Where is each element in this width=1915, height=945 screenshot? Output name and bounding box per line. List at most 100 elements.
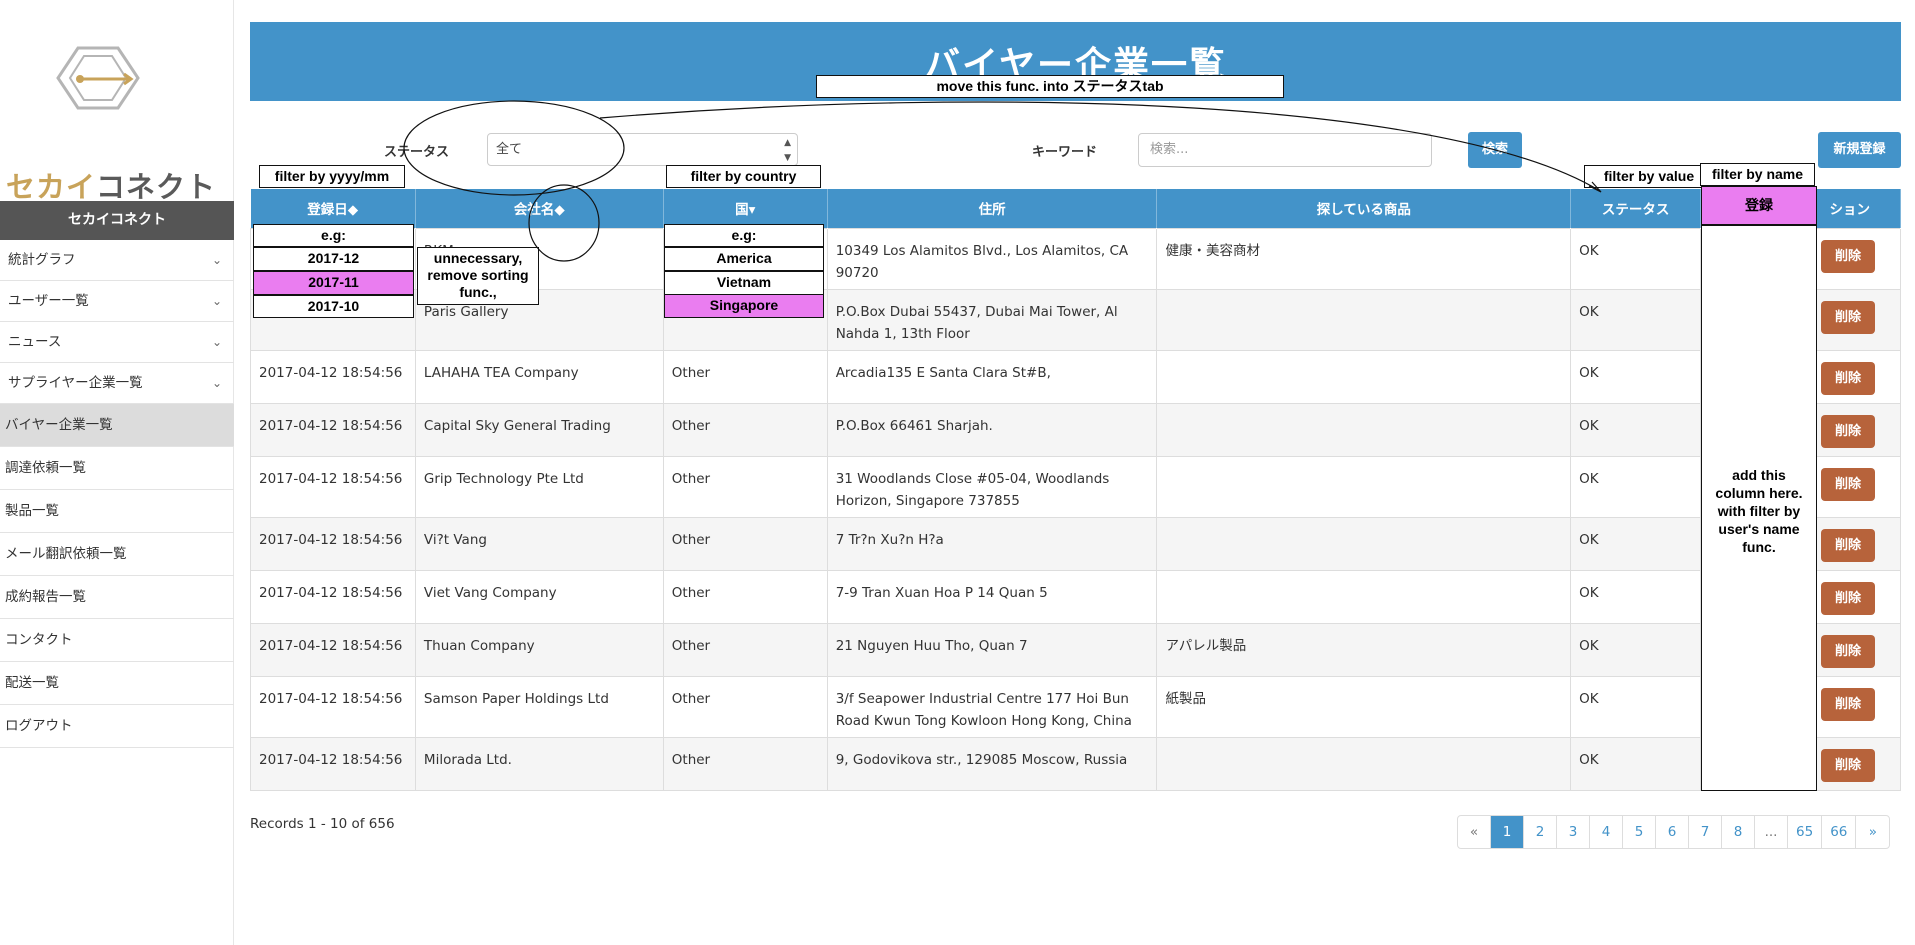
sidebar-item-buyers[interactable]: バイヤー企業一覧: [0, 404, 234, 447]
cell-products: アパレル製品: [1156, 622, 1572, 677]
cell-date: 2017-04-12 18:54:56: [250, 349, 416, 404]
cell-company: LAHAHA TEA Company: [414, 349, 664, 404]
sidebar-item-requests[interactable]: 調達依頼一覧: [0, 447, 234, 490]
page-2[interactable]: 2: [1524, 816, 1557, 848]
cell-country: Other: [662, 622, 828, 677]
sidebar-item-contact[interactable]: コンタクト: [0, 619, 234, 662]
table-row: 2017-04-12 18:54:56 Thuan Company Other …: [250, 622, 1901, 677]
status-select[interactable]: 全て ▲ ▼: [487, 133, 798, 166]
logo-text-b: コネクト: [96, 170, 217, 204]
annotation-register-header: 登録: [1701, 186, 1817, 225]
select-arrows-icon: ▲ ▼: [784, 138, 791, 163]
status-filter-label: ステータス: [384, 145, 450, 160]
cell-address: 31 Woodlands Close #05-04, Woodlands Hor…: [826, 455, 1158, 518]
sidebar-item-label: 配送一覧: [5, 675, 59, 691]
header-company[interactable]: 会社名◆: [415, 189, 664, 228]
annotation-new-column: add this column here. with filter by use…: [1701, 225, 1817, 791]
annotation-filter-date: filter by yyyy/mm: [259, 165, 405, 188]
page-prev[interactable]: «: [1458, 816, 1491, 848]
table-row: 2017-04-12 18:54:56 Grip Technology Pte …: [250, 455, 1901, 518]
chevron-down-icon: ⌄: [211, 253, 222, 267]
sidebar-item-users[interactable]: ユーザー一覧 ⌄: [0, 281, 234, 322]
sidebar-nav: 統計グラフ ⌄ ユーザー一覧 ⌄ ニュース ⌄ サプライヤー企業一覧 ⌄ バイヤー企業一…: [0, 240, 234, 748]
cell-products: [1156, 736, 1572, 791]
sidebar-item-products[interactable]: 製品一覧: [0, 490, 234, 533]
page-1[interactable]: 1: [1491, 816, 1524, 848]
cell-company: Milorada Ltd.: [414, 736, 664, 791]
date-option-selected[interactable]: 2017-11: [253, 271, 414, 295]
country-option: e.g:: [664, 224, 824, 247]
cell-address: 10349 Los Alamitos Blvd., Los Alamitos, …: [826, 227, 1158, 290]
cell-country: Other: [662, 675, 828, 738]
cell-products: [1156, 288, 1572, 351]
page-4[interactable]: 4: [1590, 816, 1623, 848]
cell-status: OK: [1570, 569, 1702, 624]
sidebar-item-label: 製品一覧: [5, 503, 59, 519]
country-option-selected[interactable]: Singapore: [664, 294, 824, 318]
sidebar-item-suppliers[interactable]: サプライヤー企業一覧 ⌄: [0, 363, 234, 404]
keyword-input[interactable]: 検索...: [1138, 133, 1432, 167]
header-date[interactable]: 登録日◆: [250, 189, 416, 228]
cell-status: OK: [1570, 516, 1702, 571]
cell-country: Other: [662, 402, 828, 457]
page-65[interactable]: 65: [1788, 816, 1823, 848]
status-select-value: 全て: [496, 142, 523, 157]
sidebar-item-news[interactable]: ニュース ⌄: [0, 322, 234, 363]
sidebar-item-contracts[interactable]: 成約報告一覧: [0, 576, 234, 619]
delete-button[interactable]: 削除: [1821, 300, 1875, 334]
delete-button[interactable]: 削除: [1821, 528, 1875, 562]
page-5[interactable]: 5: [1623, 816, 1656, 848]
search-button[interactable]: 検索: [1468, 132, 1522, 168]
new-register-button[interactable]: 新規登録: [1818, 132, 1901, 168]
date-option[interactable]: 2017-12: [253, 247, 414, 271]
delete-button[interactable]: 削除: [1821, 581, 1875, 615]
cell-status: OK: [1570, 736, 1702, 791]
annotation-filter-country: filter by country: [666, 165, 821, 188]
page-3[interactable]: 3: [1557, 816, 1590, 848]
chevron-down-icon: ⌄: [211, 376, 222, 390]
header-status: ステータス: [1570, 189, 1702, 228]
page-8[interactable]: 8: [1722, 816, 1755, 848]
sidebar-item-label: バイヤー企業一覧: [5, 417, 113, 433]
page-66[interactable]: 66: [1822, 816, 1857, 848]
cell-country: Other: [662, 736, 828, 791]
delete-button[interactable]: 削除: [1821, 467, 1875, 501]
delete-button[interactable]: 削除: [1821, 239, 1875, 273]
records-count: Records 1 - 10 of 656: [250, 816, 395, 832]
cell-status: OK: [1570, 622, 1702, 677]
cell-status: OK: [1570, 402, 1702, 457]
cell-status: OK: [1570, 455, 1702, 518]
cell-products: [1156, 455, 1572, 518]
cell-address: Arcadia135 E Santa Clara St#B,: [826, 349, 1158, 404]
cell-company: Grip Technology Pte Ltd: [414, 455, 664, 518]
sidebar-item-logout[interactable]: ログアウト: [0, 705, 234, 748]
page-next[interactable]: »: [1856, 816, 1889, 848]
delete-button[interactable]: 削除: [1821, 361, 1875, 395]
table-row: 2017-04-12 18:54:56 Vi?t Vang Other 7 Tr…: [250, 516, 1901, 571]
country-option[interactable]: Vietnam: [664, 271, 824, 295]
country-option[interactable]: America: [664, 247, 824, 271]
sidebar-item-mail-translation[interactable]: メール翻訳依頼一覧: [0, 533, 234, 576]
cell-date: 2017-04-12 18:54:56: [250, 736, 416, 791]
date-option[interactable]: 2017-10: [253, 295, 414, 318]
sidebar-item-stats[interactable]: 統計グラフ ⌄: [0, 240, 234, 281]
cell-address: 7 Tr?n Xu?n H?a: [826, 516, 1158, 571]
keyword-label: キーワード: [1032, 145, 1098, 160]
cell-products: [1156, 569, 1572, 624]
cell-products: 紙製品: [1156, 675, 1572, 738]
pagination: « 1 2 3 4 5 6 7 8 ... 65 66 »: [1457, 815, 1891, 849]
sidebar-item-delivery[interactable]: 配送一覧: [0, 662, 234, 705]
cell-company: Viet Vang Company: [414, 569, 664, 624]
page-7[interactable]: 7: [1689, 816, 1722, 848]
delete-button[interactable]: 削除: [1821, 634, 1875, 668]
delete-button[interactable]: 削除: [1821, 414, 1875, 448]
cell-address: 21 Nguyen Huu Tho, Quan 7: [826, 622, 1158, 677]
cell-status: OK: [1570, 227, 1702, 290]
page-6[interactable]: 6: [1656, 816, 1689, 848]
header-country[interactable]: 国▾: [663, 189, 828, 228]
keyword-placeholder: 検索...: [1150, 142, 1189, 157]
delete-button[interactable]: 削除: [1821, 748, 1875, 782]
cell-country: Other: [662, 349, 828, 404]
delete-button[interactable]: 削除: [1821, 687, 1875, 721]
cell-company: Thuan Company: [414, 622, 664, 677]
